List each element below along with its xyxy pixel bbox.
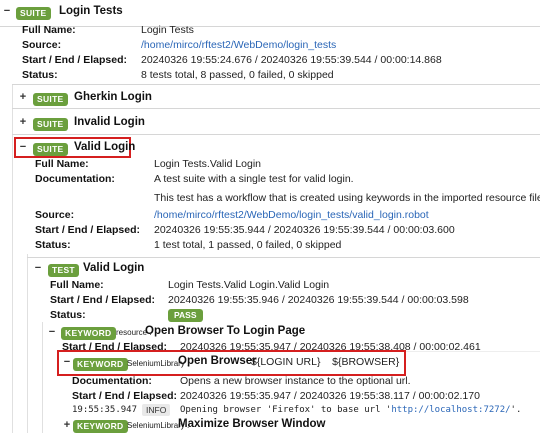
suite-badge: SUITE (33, 118, 68, 131)
collapse-toggle[interactable]: − (18, 141, 28, 153)
suite-badge: SUITE (16, 7, 51, 20)
status-label: Status: (35, 239, 71, 251)
suite-badge: SUITE (33, 93, 68, 106)
suite-title-gherkin-login[interactable]: Gherkin Login (74, 91, 152, 103)
status-label: Status: (22, 69, 58, 81)
documentation-line: This test has a workflow that is created… (154, 192, 540, 204)
log-level-badge: INFO (142, 404, 171, 416)
times-value: 20240326 19:55:35.947 / 20240326 19:55:3… (180, 390, 480, 402)
status-value: 1 test total, 1 passed, 0 failed, 0 skip… (154, 239, 342, 251)
status-value: 8 tests total, 8 passed, 0 failed, 0 ski… (141, 69, 334, 81)
times-label: Start / End / Elapsed: (50, 294, 156, 306)
log-url-link[interactable]: http://localhost:7272/ (391, 405, 510, 415)
collapse-toggle[interactable]: − (62, 356, 72, 368)
keyword-badge: KEYWORD (73, 358, 128, 371)
times-value: 20240326 19:55:24.676 / 20240326 19:55:3… (141, 54, 442, 66)
source-link[interactable]: /home/mirco/rftest2/WebDemo/login_tests (141, 39, 336, 51)
log-message: Opening browser 'Firefox' to base url 'h… (180, 405, 521, 415)
collapse-toggle[interactable]: − (47, 326, 57, 338)
status-label: Status: (50, 309, 86, 321)
suite-title-invalid-login[interactable]: Invalid Login (74, 116, 145, 128)
keyword-title-open-browser-to-login-page[interactable]: Open Browser To Login Page (145, 325, 305, 337)
documentation-value: Opens a new browser instance to the opti… (180, 375, 411, 387)
test-badge: TEST (48, 264, 79, 277)
keyword-title-maximize-browser-window[interactable]: Maximize Browser Window (178, 418, 326, 430)
full-name-value: Login Tests.Valid Login.Valid Login (168, 279, 330, 291)
suite-title[interactable]: Login Tests (59, 5, 123, 17)
source-label: Source: (35, 209, 75, 221)
expand-toggle[interactable]: + (18, 116, 28, 128)
keyword-title-open-browser[interactable]: Open Browser (178, 355, 257, 367)
pass-badge: PASS (168, 309, 203, 322)
collapse-toggle[interactable]: − (33, 262, 43, 274)
suite-title-valid-login[interactable]: Valid Login (74, 141, 135, 153)
log-message-end: '. (510, 405, 522, 415)
collapse-toggle[interactable]: − (2, 5, 12, 17)
keyword-badge: KEYWORD (73, 420, 128, 433)
full-name-label: Full Name: (50, 279, 104, 291)
test-title-valid-login[interactable]: Valid Login (83, 262, 144, 274)
source-link[interactable]: /home/mirco/rftest2/WebDemo/login_tests/… (154, 209, 429, 221)
full-name-label: Full Name: (22, 24, 76, 36)
full-name-label: Full Name: (35, 158, 89, 170)
times-label: Start / End / Elapsed: (72, 390, 178, 402)
times-value: 20240326 19:55:35.944 / 20240326 19:55:3… (154, 224, 455, 236)
expand-toggle[interactable]: + (62, 419, 72, 431)
expand-toggle[interactable]: + (18, 91, 28, 103)
documentation-label: Documentation: (72, 375, 152, 387)
keyword-arguments: ${LOGIN URL} ${BROWSER} (251, 356, 400, 368)
times-label: Start / End / Elapsed: (35, 224, 141, 236)
source-label: Source: (22, 39, 62, 51)
keyword-badge: KEYWORD (61, 327, 116, 340)
full-name-value: Login Tests (141, 24, 194, 36)
times-label: Start / End / Elapsed: (22, 54, 128, 66)
times-value: 20240326 19:55:35.946 / 20240326 19:55:3… (168, 294, 469, 306)
log-message-text: Opening browser 'Firefox' to base url ' (180, 405, 392, 415)
full-name-value: Login Tests.Valid Login (154, 158, 262, 170)
suite-badge: SUITE (33, 143, 68, 156)
log-timestamp: 19:55:35.947 (72, 405, 138, 415)
documentation-label: Documentation: (35, 173, 115, 185)
documentation-line: A test suite with a single test for vali… (154, 173, 354, 185)
